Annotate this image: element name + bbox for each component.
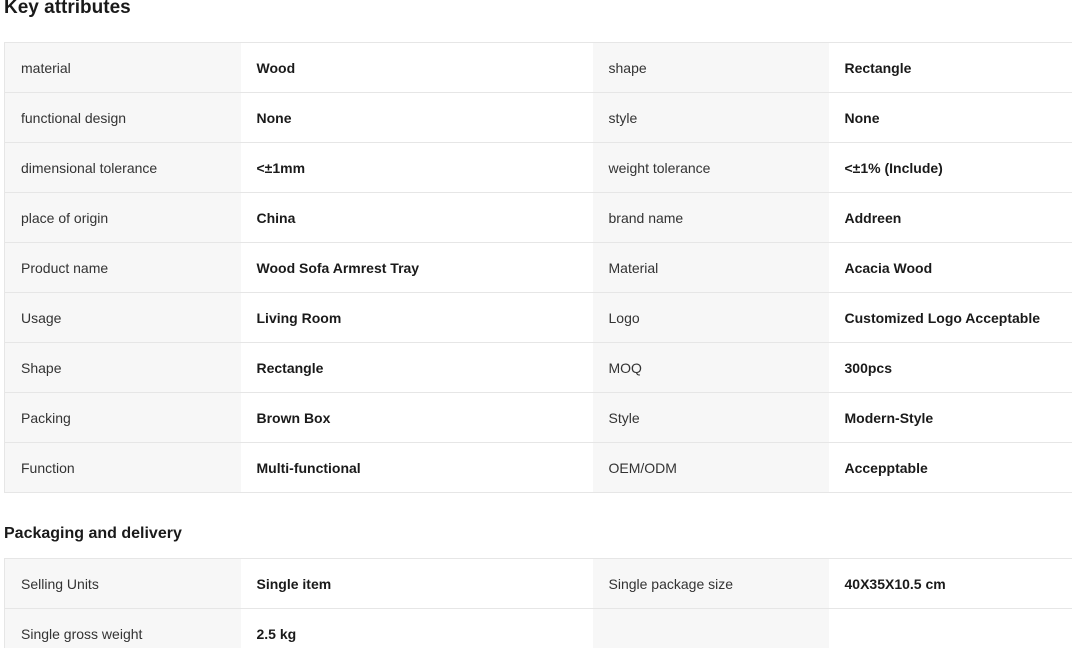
attribute-label: style — [592, 92, 829, 143]
attribute-value: None — [240, 92, 593, 143]
table-row: place of origin China brand name Addreen — [4, 192, 1072, 243]
key-attributes-table: material Wood shape Rectangle functional… — [4, 42, 1072, 493]
attribute-value: Wood Sofa Armrest Tray — [240, 242, 593, 293]
attribute-label: Usage — [4, 292, 241, 343]
attribute-label: functional design — [4, 92, 241, 143]
attribute-value: 300pcs — [828, 342, 1072, 393]
attribute-value: <±1mm — [240, 142, 593, 193]
attribute-value: Modern-Style — [828, 392, 1072, 443]
attribute-label: Style — [592, 392, 829, 443]
attribute-label: Single package size — [592, 558, 829, 609]
attribute-label: weight tolerance — [592, 142, 829, 193]
attribute-value: China — [240, 192, 593, 243]
attribute-label: Single gross weight — [4, 608, 241, 648]
attribute-label: MOQ — [592, 342, 829, 393]
attribute-label: Packing — [4, 392, 241, 443]
attribute-value: Acacia Wood — [828, 242, 1072, 293]
table-row: Selling Units Single item Single package… — [4, 558, 1072, 609]
key-attributes-title: Key attributes — [4, 0, 131, 18]
attribute-value: Single item — [240, 558, 593, 609]
table-row: Product name Wood Sofa Armrest Tray Mate… — [4, 242, 1072, 293]
attribute-value: Wood — [240, 42, 593, 93]
table-row: material Wood shape Rectangle — [4, 42, 1072, 93]
attribute-label: brand name — [592, 192, 829, 243]
table-row: Function Multi-functional OEM/ODM Accepp… — [4, 442, 1072, 493]
attribute-value: Addreen — [828, 192, 1072, 243]
attribute-label: Product name — [4, 242, 241, 293]
attribute-label: shape — [592, 42, 829, 93]
table-row: Shape Rectangle MOQ 300pcs — [4, 342, 1072, 393]
attribute-value: Rectangle — [240, 342, 593, 393]
attribute-value: Brown Box — [240, 392, 593, 443]
attribute-label: Function — [4, 442, 241, 493]
attribute-label: Shape — [4, 342, 241, 393]
table-row: Packing Brown Box Style Modern-Style — [4, 392, 1072, 443]
packaging-delivery-title: Packaging and delivery — [4, 525, 182, 542]
packaging-delivery-table: Selling Units Single item Single package… — [4, 558, 1072, 648]
attribute-label: Selling Units — [4, 558, 241, 609]
attribute-value: Multi-functional — [240, 442, 593, 493]
attribute-value: Accepptable — [828, 442, 1072, 493]
attribute-label: Logo — [592, 292, 829, 343]
attribute-value: Customized Logo Acceptable — [828, 292, 1072, 343]
table-row: Single gross weight 2.5 kg — [4, 608, 1072, 648]
attribute-label: OEM/ODM — [592, 442, 829, 493]
attribute-value: 40X35X10.5 cm — [828, 558, 1072, 609]
table-row: functional design None style None — [4, 92, 1072, 143]
attribute-label: dimensional tolerance — [4, 142, 241, 193]
attribute-value: Living Room — [240, 292, 593, 343]
table-row: Usage Living Room Logo Customized Logo A… — [4, 292, 1072, 343]
attribute-label — [592, 608, 829, 648]
attribute-value: None — [828, 92, 1072, 143]
attribute-label: place of origin — [4, 192, 241, 243]
table-row: dimensional tolerance <±1mm weight toler… — [4, 142, 1072, 193]
product-attributes-page: Key attributes material Wood shape Recta… — [0, 0, 1072, 648]
attribute-value: 2.5 kg — [240, 608, 593, 648]
attribute-label: Material — [592, 242, 829, 293]
attribute-label: material — [4, 42, 241, 93]
attribute-value: <±1% (Include) — [828, 142, 1072, 193]
attribute-value — [828, 608, 1072, 648]
attribute-value: Rectangle — [828, 42, 1072, 93]
